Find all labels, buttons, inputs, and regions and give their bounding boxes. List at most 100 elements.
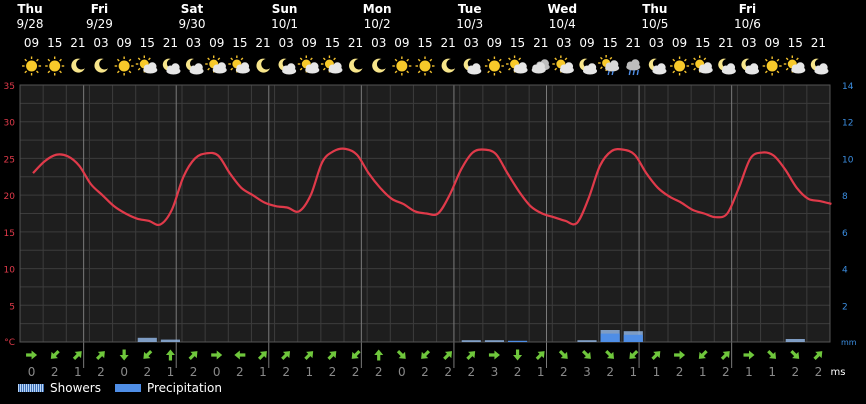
- legend-item-showers: Showers: [18, 381, 101, 395]
- precipitation-bar: [623, 334, 643, 342]
- chart-legend: Showers Precipitation: [18, 381, 236, 395]
- wind-arrow: [674, 350, 686, 360]
- wind-arrow: [257, 351, 267, 361]
- showers-bar: [785, 339, 805, 342]
- wind-speed-label: 1: [167, 365, 175, 379]
- wind-arrow: [443, 351, 453, 361]
- showers-bar: [484, 340, 504, 342]
- wind-arrow: [281, 351, 291, 361]
- wind-arrow: [396, 349, 406, 359]
- wind-speed-label: 2: [143, 365, 151, 379]
- day-date: 9/30: [179, 17, 206, 31]
- wind-arrow: [581, 349, 591, 359]
- showers-bar: [577, 340, 597, 342]
- wind-tick-label: 10: [842, 155, 854, 165]
- wind-speed-label: 2: [606, 365, 614, 379]
- moon-cloud-icon: [741, 58, 759, 75]
- hour-label: 03: [464, 36, 479, 50]
- wind-speed-label: 1: [699, 365, 707, 379]
- sun-icon: [22, 56, 42, 76]
- temp-tick-label: 30: [4, 119, 16, 129]
- hour-label: 09: [302, 36, 317, 50]
- day-name: Tue: [458, 2, 482, 16]
- wind-arrow: [558, 349, 568, 359]
- hour-label: 09: [209, 36, 224, 50]
- hour-label: 03: [371, 36, 386, 50]
- day-name: Fri: [91, 2, 108, 16]
- wind-arrow: [513, 349, 523, 361]
- wind-speed-label: 0: [120, 365, 128, 379]
- wind-tick-label: 6: [842, 229, 848, 239]
- weather-forecast-widget: Thu 9/28 Fri 9/29 Sat 9/30 Sun 10/1 Mon 10/2 Tue 10…: [0, 0, 866, 404]
- moon-cloud-icon: [810, 58, 829, 75]
- hour-label: 03: [186, 36, 201, 50]
- wind-speed-label: 2: [514, 365, 522, 379]
- wind-arrow: [651, 351, 661, 361]
- day-date: 10/4: [549, 17, 576, 31]
- hour-label: 09: [765, 36, 780, 50]
- wind-speed-label: 0: [28, 365, 36, 379]
- wind-speed-label: 2: [51, 365, 59, 379]
- day-date: 10/3: [456, 17, 483, 31]
- legend-label-showers: Showers: [50, 381, 101, 395]
- temp-tick-label: 5: [9, 302, 15, 312]
- wind-arrow: [698, 349, 708, 359]
- sun-cloud-icon: [691, 55, 713, 74]
- wind-arrow: [813, 351, 823, 361]
- precipitation-bar: [600, 333, 620, 342]
- hour-label: 03: [741, 36, 756, 50]
- moon-icon: [349, 58, 363, 73]
- hour-label: 21: [533, 36, 548, 50]
- hour-label: 15: [47, 36, 62, 50]
- wind-arrow: [234, 350, 246, 360]
- wind-unit-label: ms: [831, 367, 846, 378]
- wind-arrow: [374, 349, 384, 361]
- hour-label: 21: [811, 36, 826, 50]
- moon-cloud-icon: [162, 58, 181, 75]
- wind-arrow: [304, 351, 314, 361]
- wind-speed-label: 2: [467, 365, 475, 379]
- wind-arrow: [488, 350, 500, 360]
- wind-speed-label: 1: [768, 365, 776, 379]
- day-date: 9/28: [17, 17, 44, 31]
- wind-arrow: [95, 351, 105, 361]
- moon-icon: [256, 58, 270, 73]
- moon-cloud-icon: [648, 58, 667, 75]
- wind-tick-label: 8: [842, 192, 848, 202]
- day-date: 10/2: [364, 17, 391, 31]
- legend-label-precipitation: Precipitation: [146, 381, 222, 395]
- moon-cloud-icon: [185, 58, 204, 75]
- moon-cloud-icon: [463, 58, 482, 75]
- wind-arrow: [72, 351, 82, 361]
- sun-cloud-rain-icon: [598, 55, 620, 76]
- temp-tick-label: 25: [4, 155, 15, 165]
- hour-label: 15: [417, 36, 432, 50]
- hour-label: 21: [626, 36, 641, 50]
- wind-speed-label: 0: [213, 365, 221, 379]
- wind-arrow: [50, 349, 60, 359]
- day-name: Wed: [548, 2, 578, 16]
- wind-speed-label: 1: [305, 365, 313, 379]
- hour-label: 15: [788, 36, 803, 50]
- cloud-icon: [531, 59, 550, 74]
- day-name: Sun: [272, 2, 298, 16]
- hour-label: 03: [93, 36, 108, 50]
- wind-arrow: [26, 350, 38, 360]
- forecast-chart: Thu9/28Fri9/29Sat9/30Sun10/1Mon10/2Tue10…: [4, 2, 857, 379]
- wind-speed-label: 2: [676, 365, 684, 379]
- wind-speed-label: 1: [653, 365, 661, 379]
- sun-icon: [45, 56, 65, 76]
- moon-icon: [94, 58, 108, 73]
- hour-label: 15: [325, 36, 340, 50]
- precipitation-swatch: [114, 384, 141, 392]
- sun-icon: [392, 56, 412, 76]
- day-date: 9/29: [86, 17, 113, 31]
- precipitation-bar: [508, 340, 528, 342]
- sun-cloud-icon: [205, 55, 227, 74]
- wind-arrow: [211, 350, 223, 360]
- wind-speed-label: 2: [421, 365, 429, 379]
- hour-label: 09: [672, 36, 687, 50]
- legend-item-precipitation: Precipitation: [114, 381, 222, 395]
- hour-label: 21: [718, 36, 733, 50]
- hour-label: 21: [70, 36, 85, 50]
